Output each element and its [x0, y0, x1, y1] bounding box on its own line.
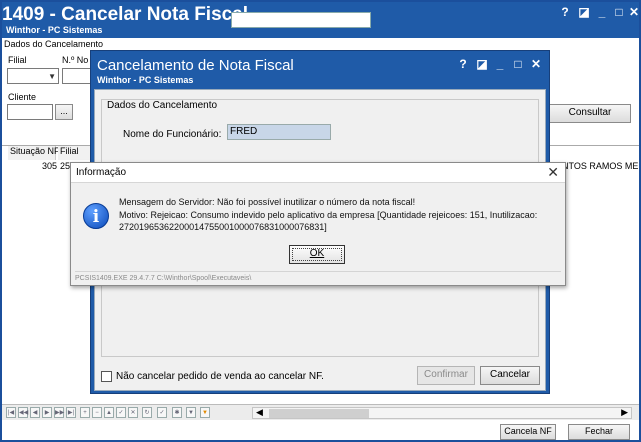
nav-post-icon[interactable]: ✓	[116, 407, 126, 418]
filial-label: Filial	[8, 55, 27, 65]
section-label: Dados do Cancelamento	[4, 39, 104, 49]
cliente-search-button[interactable]: ...	[55, 104, 73, 120]
funcionario-label: Nome do Funcionário:	[123, 129, 222, 140]
nav-next-page-icon[interactable]: ▶▶	[54, 407, 64, 418]
nav-insert-icon[interactable]: +	[80, 407, 90, 418]
cancel-dialog-subtitle: Winthor - PC Sistemas	[97, 75, 194, 85]
filial-combo[interactable]: ▼	[7, 68, 59, 84]
grid-navigator: |◀ ◀◀ ◀ ▶ ▶▶ ▶| + − ▲ ✓ ✕ ↻ ✓ ✱ ▼ ▼ ◀ ▶	[2, 404, 639, 420]
maximize-icon[interactable]: □	[611, 5, 627, 19]
consultar-button[interactable]: Consultar	[549, 104, 631, 123]
message-title-bar: Informação ✕	[71, 163, 565, 183]
chevron-down-icon: ▼	[48, 72, 56, 81]
nav-cancel-icon[interactable]: ✕	[128, 407, 138, 418]
nav-next-icon[interactable]: ▶	[42, 407, 52, 418]
message-close-icon[interactable]: ✕	[547, 164, 559, 181]
message-line-1: Mensagem do Servidor: Não foi possível i…	[119, 197, 416, 207]
dialog-close-icon[interactable]: ✕	[528, 57, 544, 71]
main-title: 1409 - Cancelar Nota Fiscal	[2, 4, 249, 25]
cancel-dialog-title: Cancelamento de Nota Fiscal	[97, 57, 294, 74]
main-title-bar: 1409 - Cancelar Nota Fiscal Winthor - PC…	[2, 2, 639, 38]
dialog-maximize-icon[interactable]: □	[510, 57, 526, 71]
help-icon[interactable]: ?	[557, 5, 573, 19]
dialog-restore-icon[interactable]: ◪	[474, 57, 490, 71]
nav-funnel-icon[interactable]: ▼	[200, 407, 210, 418]
nao-cancelar-checkbox[interactable]	[101, 371, 112, 382]
minimize-icon[interactable]: _	[594, 5, 610, 19]
scroll-thumb[interactable]	[269, 409, 369, 418]
nav-edit-icon[interactable]: ▲	[104, 407, 114, 418]
grid-header-situacao[interactable]: Situação NF	[8, 146, 60, 160]
grid-header-filial[interactable]: Filial	[58, 146, 92, 160]
message-separator	[75, 271, 561, 272]
nav-refresh-icon[interactable]: ↻	[142, 407, 152, 418]
close-icon[interactable]: ✕	[626, 5, 639, 19]
nav-first-icon[interactable]: |◀	[6, 407, 16, 418]
info-icon: i	[83, 203, 109, 229]
cliente-label: Cliente	[8, 92, 37, 102]
dialog-help-icon[interactable]: ?	[455, 57, 471, 71]
main-subtitle: Winthor - PC Sistemas	[6, 25, 103, 35]
grid-cell-situacao[interactable]: 305	[42, 161, 57, 171]
nav-settings-icon[interactable]: ✱	[172, 407, 182, 418]
info-message-box: Informação ✕ i Mensagem do Servidor: Não…	[70, 162, 566, 286]
nav-delete-icon[interactable]: −	[92, 407, 102, 418]
title-search-input[interactable]	[231, 12, 371, 28]
cliente-input[interactable]	[7, 104, 53, 120]
scroll-left-icon[interactable]: ◀	[256, 407, 263, 418]
cancel-fieldset-legend: Dados do Cancelamento	[105, 100, 220, 111]
nav-prior-icon[interactable]: ◀	[30, 407, 40, 418]
message-title: Informação	[76, 167, 127, 178]
ok-button-label: OK	[309, 248, 325, 259]
confirmar-button[interactable]: Confirmar	[417, 366, 475, 385]
nota-label: N.º No	[62, 55, 89, 65]
horizontal-scrollbar[interactable]: ◀ ▶	[252, 407, 632, 419]
nav-filter-icon[interactable]: ▼	[186, 407, 196, 418]
grid-cell-filial[interactable]: 25	[60, 161, 70, 171]
nav-last-icon[interactable]: ▶|	[66, 407, 76, 418]
nav-prior-page-icon[interactable]: ◀◀	[18, 407, 28, 418]
nao-cancelar-label[interactable]: Não cancelar pedido de venda ao cancelar…	[116, 371, 324, 382]
ok-button[interactable]: OK	[289, 245, 345, 264]
cancelar-button[interactable]: Cancelar	[480, 366, 540, 385]
message-line-2: Motivo: Rejeicao: Consumo indevido pelo …	[119, 210, 538, 220]
cancela-nf-button[interactable]: Cancela NF	[500, 424, 556, 440]
message-path: PCSIS1409.EXE 29.4.7.7 C:\Winthor\Spool\…	[75, 275, 252, 282]
funcionario-field[interactable]: FRED	[227, 124, 331, 140]
message-line-3: 2720196536220001475500100007683100007683…	[119, 222, 327, 232]
dialog-minimize-icon[interactable]: _	[492, 57, 508, 71]
restore-icon[interactable]: ◪	[576, 5, 592, 19]
fechar-button[interactable]: Fechar	[568, 424, 630, 440]
nav-apply-icon[interactable]: ✓	[157, 407, 167, 418]
scroll-right-icon[interactable]: ▶	[621, 407, 628, 418]
